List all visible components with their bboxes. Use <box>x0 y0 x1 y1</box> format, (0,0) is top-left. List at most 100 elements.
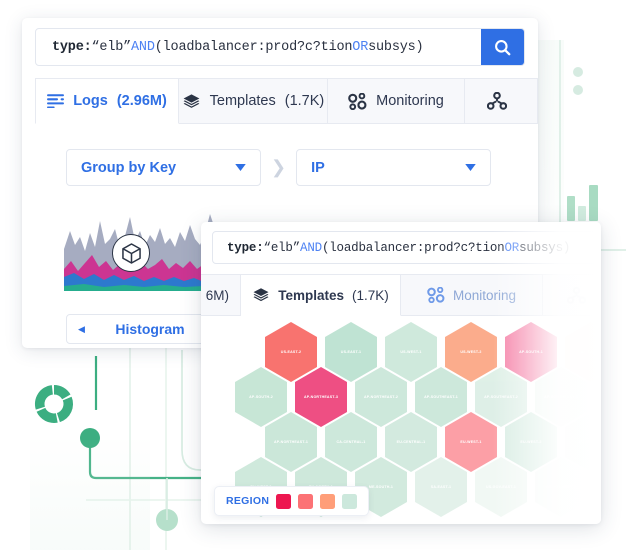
app-screenshot: type: “elb” AND (loadbalancer:prod?c?tio… <box>0 0 626 550</box>
query-token-tail: subsys) <box>368 39 424 55</box>
hex-cell[interactable]: US-EAST-2 <box>265 322 317 382</box>
search-button[interactable] <box>481 29 524 65</box>
hex-cell-label: US-WEST-2 <box>460 350 482 354</box>
cube-3d-icon <box>121 242 141 264</box>
tab-templates-count: (1.7K) <box>352 287 389 303</box>
hex-cell[interactable]: EU-WEST-1 <box>445 412 497 472</box>
hex-cell-label: CA-CENTRAL-1 <box>336 440 366 444</box>
hex-cell[interactable]: AP-NORTHEAST-1 <box>265 412 317 472</box>
query-token-or: OR <box>352 39 369 55</box>
hex-cell[interactable]: CA-CENTRAL-1 <box>325 412 377 472</box>
front-search-bar[interactable]: type: “elb” AND (loadbalancer:prod?c?tio… <box>212 231 601 264</box>
tab-logs[interactable]: 6M) <box>201 274 241 316</box>
topology-graph-icon <box>567 286 586 304</box>
layers-stack-icon <box>253 288 269 302</box>
caret-down-icon <box>235 164 246 171</box>
triangle-left-icon[interactable]: ◀ <box>78 324 85 335</box>
search-input[interactable]: type: “elb” AND (loadbalancer:prod?c?tio… <box>36 29 481 65</box>
legend-swatch <box>342 493 358 509</box>
hex-cell-label: EU-CENTRAL-1 <box>396 440 426 444</box>
hex-cell[interactable]: AP-SOUTH-2 <box>235 367 287 427</box>
hex-cell[interactable]: AP-SOUTH-1 <box>505 322 557 382</box>
query-token-or: OR <box>504 240 520 255</box>
hex-cell-label: AP-SOUTHEAST-1 <box>424 395 458 399</box>
search-bar[interactable]: type: “elb” AND (loadbalancer:prod?c?tio… <box>35 28 525 66</box>
hex-cell[interactable]: US-GOV-WEST-1 <box>535 457 587 517</box>
tab-monitoring[interactable]: Monitoring <box>401 274 543 316</box>
query-token-tail: subsys) <box>519 240 571 255</box>
hex-cell[interactable]: AP-NORTHEAST-2 <box>355 367 407 427</box>
hex-cell-label: EU-WEST-2 <box>520 440 542 444</box>
hex-cell-label: US-EAST-2 <box>280 350 302 354</box>
hex-cell[interactable]: EU-CENTRAL-1 <box>385 412 437 472</box>
group-by-controls: Group by Key ❯ IP <box>66 149 492 186</box>
hex-cell-label: AP-NORTHEAST-2 <box>363 395 399 399</box>
hex-cell[interactable]: EU-WEST-2 <box>505 412 557 472</box>
tab-monitoring-label: Monitoring <box>452 287 517 303</box>
tab-templates[interactable]: Templates (1.7K) <box>241 274 401 316</box>
hex-cell-label: ME-SOUTH-1 <box>368 485 394 489</box>
hex-cell-label: AP-SOUTHEAST-2 <box>484 395 518 399</box>
tab-monitoring[interactable]: Monitoring <box>327 78 466 124</box>
group-by-key-label: Group by Key <box>81 159 177 176</box>
hex-cell-label: US-EAST-1 <box>340 350 362 354</box>
hex-cell[interactable]: US-EAST-1 <box>325 322 377 382</box>
hex-cell[interactable]: US-WEST-1 <box>385 322 437 382</box>
hex-cell[interactable]: US-WEST-2 <box>445 322 497 382</box>
query-token-expr: (loadbalancer:prod?c?tion <box>154 39 353 55</box>
hex-cell-label: AP-SOUTH-1 <box>519 350 543 354</box>
hex-cell-label: AP-EAST-1 <box>580 350 601 354</box>
query-token-and: AND <box>300 240 322 255</box>
front-search-input[interactable]: type: “elb” AND (loadbalancer:prod?c?tio… <box>213 232 601 263</box>
hex-cell-label: AP-SOUTH-2 <box>249 395 273 399</box>
hex-cell-label: AP-NORTHEAST-3 <box>303 395 339 399</box>
hex-cell[interactable]: AP-SOUTHEAST-1 <box>415 367 467 427</box>
legend-swatch <box>276 493 292 509</box>
hex-cell-label: EU-WEST-1 <box>460 440 482 444</box>
tab-templates-label: Templates <box>209 93 276 109</box>
hex-cell-label: US-WEST-1 <box>400 350 422 354</box>
hex-cell[interactable]: AP-NORTHEAST-3 <box>295 367 347 427</box>
tab-logs[interactable]: Logs (2.96M) <box>35 78 180 124</box>
hex-cell-label: US-GOV-WEST-1 <box>545 485 577 489</box>
chevron-right-icon: ❯ <box>271 157 287 177</box>
hex-cell-label: SA-EAST-1 <box>430 485 452 489</box>
query-token-and: AND <box>131 39 155 55</box>
tab-topology[interactable] <box>465 78 538 124</box>
tab-logs-count: 6M) <box>205 287 229 303</box>
donut-chart-icon <box>34 384 74 423</box>
logs-list-icon <box>47 94 65 108</box>
legend-title: REGION <box>226 495 270 507</box>
legend-swatch <box>298 493 314 509</box>
hex-cell[interactable]: AP-SOUTHEAST-2 <box>475 367 527 427</box>
tab-templates-label: Templates <box>278 287 344 303</box>
monitoring-dots-icon <box>427 287 445 303</box>
query-token-string: “elb” <box>263 240 301 255</box>
hex-cell-label: US-GOV-EAST-1 <box>485 485 517 489</box>
tab-logs-label: Logs <box>73 93 108 109</box>
panel-tabs: Logs (2.96M) Templates (1.7K) Monitoring <box>35 78 538 124</box>
query-token-key: type: <box>227 240 264 255</box>
tab-topology[interactable]: T <box>543 274 601 316</box>
region-legend: REGION <box>214 486 370 516</box>
caret-down-icon <box>465 164 476 171</box>
tab-templates[interactable]: Templates (1.7K) <box>179 78 328 124</box>
tab-topology-label: T <box>600 288 601 303</box>
search-icon <box>495 39 511 55</box>
tab-templates-count: (1.7K) <box>284 93 325 109</box>
bar-chart-icon <box>567 185 598 221</box>
hex-cell[interactable]: US-GOV-EAST-1 <box>475 457 527 517</box>
layers-stack-icon <box>183 93 200 108</box>
front-panel-tabs: 6M) Templates (1.7K) Monitoring <box>201 274 601 316</box>
query-token-key: type: <box>52 39 92 55</box>
group-by-key-dropdown[interactable]: Group by Key <box>66 149 261 186</box>
group-by-value-dropdown[interactable]: IP <box>296 149 492 186</box>
monitoring-dots-icon <box>348 92 367 110</box>
hex-cell-label: EU-SOUTH-1 <box>579 440 601 444</box>
hex-cell[interactable]: SA-EAST-1 <box>415 457 467 517</box>
topology-graph-icon <box>487 92 508 110</box>
hex-cell-label: AP-SOUTHEAST-3 <box>544 395 578 399</box>
histogram-badge <box>112 234 150 272</box>
hex-cell-label: AP-NORTHEAST-1 <box>273 440 309 444</box>
hex-cell[interactable]: AP-SOUTHEAST-3 <box>535 367 587 427</box>
